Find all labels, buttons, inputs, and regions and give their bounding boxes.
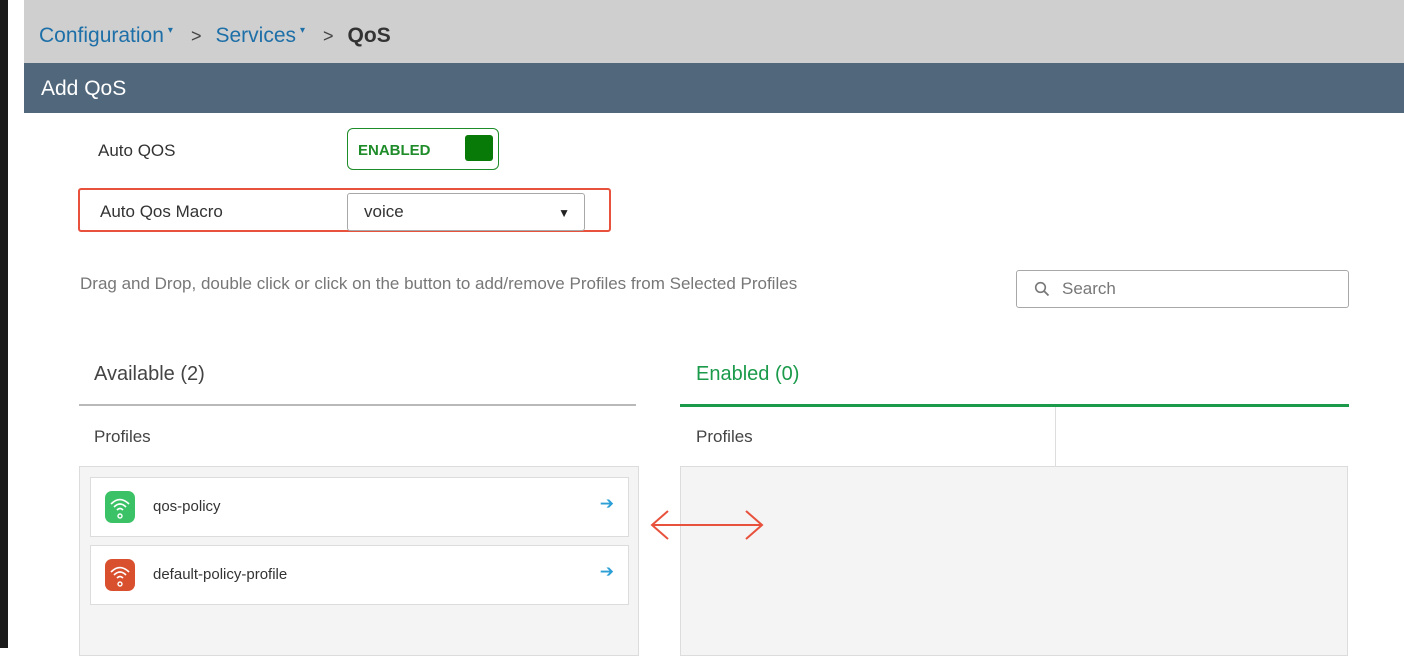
breadcrumb-services[interactable]: Services	[215, 24, 296, 48]
toggle-knob[interactable]	[465, 135, 493, 161]
auto-qos-toggle[interactable]: ENABLED	[347, 128, 499, 170]
auto-qos-label: Auto QOS	[98, 141, 176, 160]
breadcrumb-configuration[interactable]: Configuration	[39, 24, 164, 48]
available-column-header: Profiles	[94, 427, 151, 446]
list-item[interactable]: default-policy-profile ➔	[90, 545, 629, 605]
dropdown-arrow-icon[interactable]: ▼	[558, 206, 570, 220]
double-arrow-annotation	[650, 510, 764, 540]
page-title: Add QoS	[41, 77, 127, 100]
arrow-right-icon[interactable]: ➔	[600, 494, 614, 514]
profile-name: default-policy-profile	[153, 566, 288, 583]
breadcrumb-separator: >	[190, 25, 202, 46]
breadcrumb-current: QoS	[347, 24, 391, 47]
add-qos-form: Auto QOS ENABLED Auto Qos Macro voice ▼ …	[24, 113, 1404, 656]
list-item[interactable]: qos-policy ➔	[90, 477, 629, 537]
available-list[interactable]: qos-policy ➔ default-policy-profile ➔	[79, 466, 639, 656]
available-header: Available (2)	[94, 363, 205, 385]
caret-down-icon[interactable]: ▾	[168, 25, 173, 36]
enabled-header: Enabled (0)	[696, 363, 800, 385]
breadcrumb: Configuration ▾ > Services ▾ > QoS	[39, 24, 391, 48]
enabled-list[interactable]	[680, 466, 1348, 656]
breadcrumb-separator: >	[323, 25, 334, 46]
panel-header: Add QoS	[24, 63, 1404, 113]
toggle-state-text: ENABLED	[358, 142, 431, 159]
profile-name: qos-policy	[153, 498, 221, 515]
wifi-icon	[105, 559, 135, 591]
instructions-text: Drag and Drop, double click or click on …	[80, 274, 798, 293]
arrow-right-icon[interactable]: ➔	[600, 562, 614, 582]
select-value: voice	[364, 202, 404, 221]
breadcrumb-bar: Configuration ▾ > Services ▾ > QoS	[24, 0, 1404, 63]
auto-qos-macro-select[interactable]: voice ▼	[347, 193, 585, 231]
search-icon	[1034, 281, 1050, 297]
wifi-icon	[105, 491, 135, 523]
divider	[79, 404, 636, 406]
search-input[interactable]: Search	[1016, 270, 1349, 308]
window-edge	[0, 0, 8, 648]
search-placeholder: Search	[1062, 279, 1116, 298]
column-divider	[1055, 407, 1056, 467]
enabled-column-header: Profiles	[696, 427, 753, 446]
divider-active	[680, 404, 1349, 407]
auto-qos-macro-label: Auto Qos Macro	[100, 202, 223, 221]
caret-down-icon[interactable]: ▾	[300, 25, 305, 36]
